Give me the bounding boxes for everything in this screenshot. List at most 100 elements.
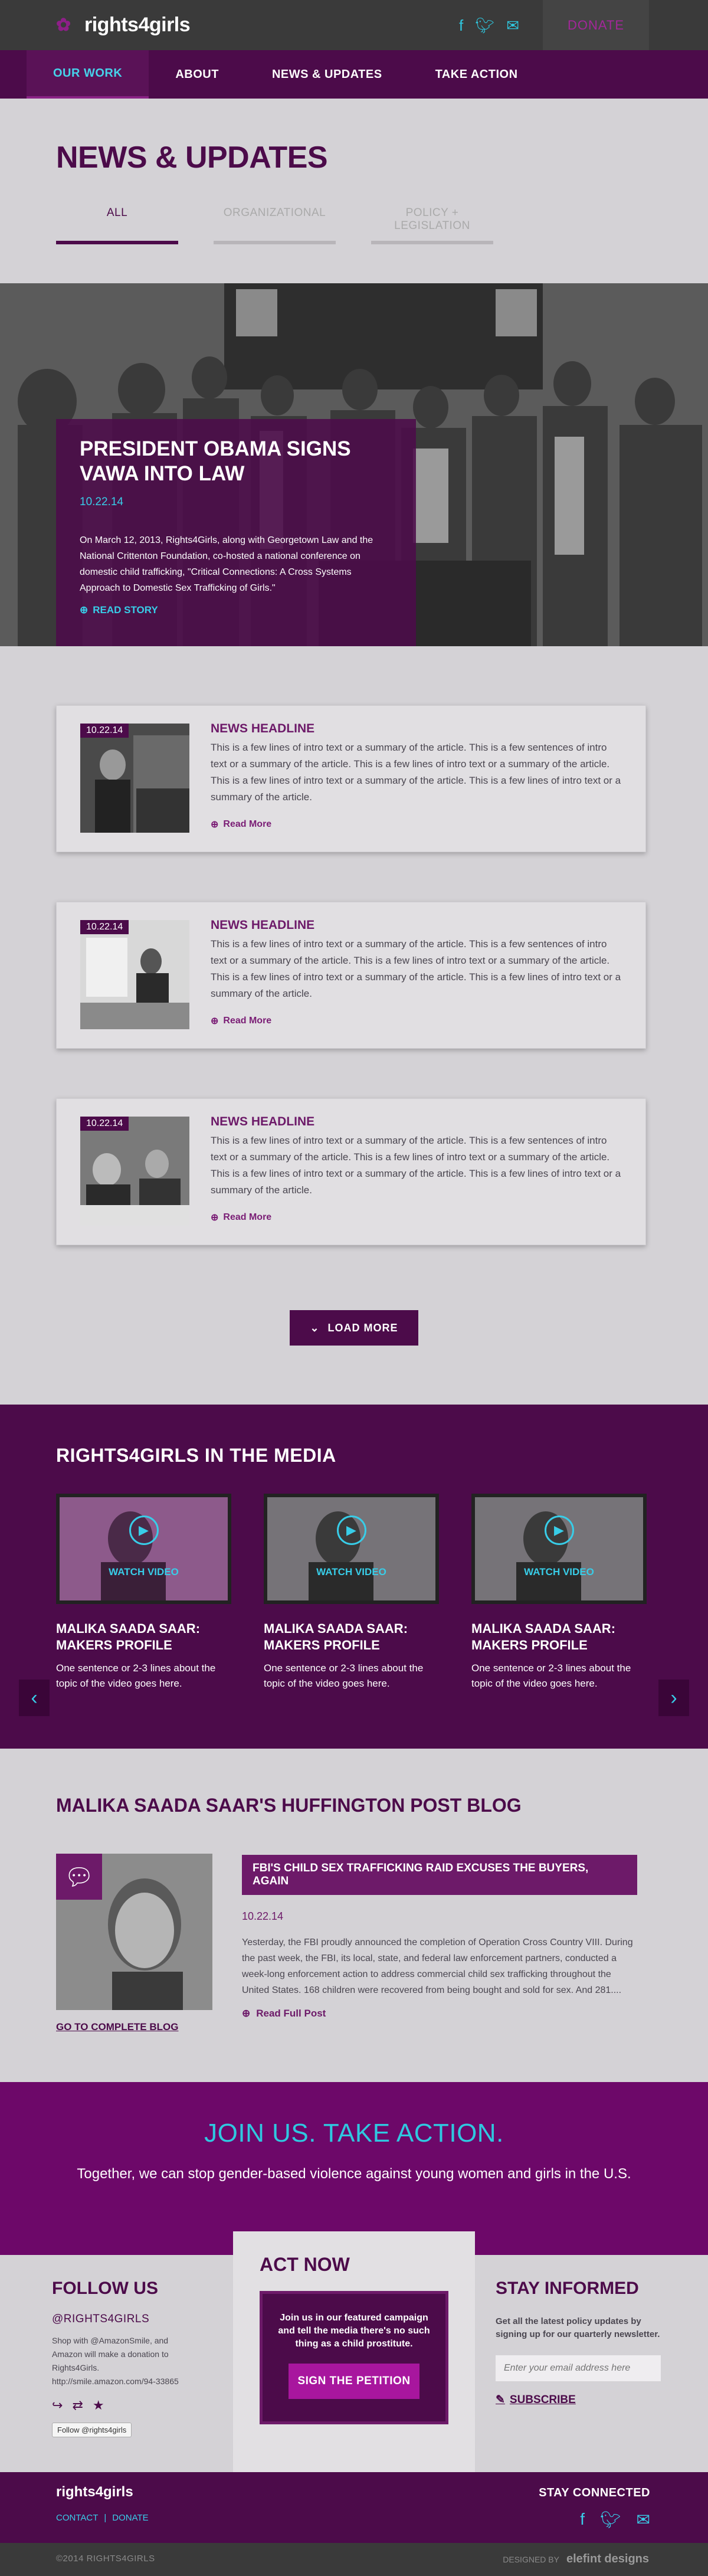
video-description: One sentence or 2-3 lines about the topi… (264, 1662, 424, 1689)
nav-news-updates[interactable]: NEWS & UPDATES (245, 50, 409, 99)
blog-summary: Yesterday, the FBI proudly announced the… (242, 1937, 633, 1995)
act-title: ACT NOW (260, 2254, 350, 2275)
video-title: MALIKA SAADA SAAR: MAKERS PROFILE (471, 1621, 616, 1652)
nav-about[interactable]: ABOUT (149, 50, 245, 99)
tab-organizational[interactable]: ORGANIZATIONAL (214, 207, 336, 244)
copyright-text: ©2014 RIGHTS4GIRLS (56, 2554, 155, 2564)
lower-section: FOLLOW US @RIGHTS4GIRLS Shop with @Amazo… (0, 2231, 708, 2472)
article-body: NEWS HEADLINE This is a few lines of int… (211, 1115, 624, 1245)
carousel-prev-button[interactable]: ‹ (19, 1680, 50, 1716)
article-summary: This is a few lines of intro text or a s… (211, 742, 621, 803)
reply-icon[interactable]: ↪ (52, 2398, 63, 2413)
email-field[interactable] (496, 2355, 661, 2381)
chat-bubble-icon: 💬︎ (56, 1854, 102, 1900)
article-summary: This is a few lines of intro text or a s… (211, 1135, 621, 1196)
media-title: RIGHTS4GIRLS IN THE MEDIA (56, 1445, 336, 1466)
article-thumbnail[interactable]: 10.22.14 (80, 920, 189, 1029)
hero-banner: PRESIDENT OBAMA SIGNS VAWA INTO LAW 10.2… (0, 283, 708, 646)
watch-video-label[interactable]: WATCH VIDEO (267, 1566, 435, 1578)
video-thumbnail[interactable]: ▶ WATCH VIDEO (56, 1494, 231, 1604)
retweet-icon[interactable]: ⇄ (72, 2398, 83, 2413)
search-plus-icon: ⊕ (80, 604, 88, 616)
video-card: ▶ WATCH VIDEO MALIKA SAADA SAAR: MAKERS … (264, 1494, 439, 1691)
complete-blog-link[interactable]: GO TO COMPLETE BLOG (56, 2021, 178, 2033)
read-more-link[interactable]: ⊕ Read More (211, 1015, 624, 1027)
read-more-link[interactable]: ⊕ Read More (211, 819, 624, 830)
act-now: ACT NOW Join us in our featured campaign… (233, 2231, 475, 2472)
read-more-label: Read More (223, 1016, 272, 1026)
article-photo (80, 724, 189, 833)
blog-post: FBI'S CHILD SEX TRAFFICKING RAID EXCUSES… (242, 1855, 637, 2019)
facebook-icon[interactable]: f (580, 2510, 585, 2529)
load-more-label: LOAD MORE (327, 1321, 398, 1334)
campaign-box: Join us in our featured campaign and tel… (260, 2291, 448, 2424)
donate-button[interactable]: DONATE (543, 0, 649, 50)
author-photo: 💬︎ (56, 1854, 212, 2010)
read-story-label: READ STORY (93, 604, 158, 616)
campaign-text: Join us in our featured campaign and tel… (278, 2313, 430, 2349)
twitter-follow-button[interactable]: Follow @rights4girls (52, 2423, 132, 2437)
watch-video-label[interactable]: WATCH VIDEO (475, 1566, 643, 1578)
article-card: 10.22.14 NEWS HEADLINE This is a few lin… (56, 902, 646, 1049)
article-date: 10.22.14 (80, 1117, 129, 1131)
contact-link[interactable]: CONTACT (56, 2513, 98, 2523)
video-thumbnail[interactable]: ▶ WATCH VIDEO (264, 1494, 439, 1604)
article-thumbnail[interactable]: 10.22.14 (80, 1117, 189, 1226)
hero-summary: On March 12, 2013, Rights4Girls, along w… (80, 535, 373, 593)
article-body: NEWS HEADLINE This is a few lines of int… (211, 918, 624, 1048)
play-icon[interactable]: ▶ (544, 1516, 574, 1545)
twitter-icon[interactable]: 🐦︎ (475, 17, 494, 34)
footer-donate-link[interactable]: DONATE (112, 2513, 148, 2523)
mail-icon[interactable]: ✉ (637, 2510, 650, 2529)
footer-links: CONTACT | DONATE (56, 2513, 149, 2523)
read-story-link[interactable]: ⊕ READ STORY (80, 604, 392, 616)
tweet-actions: ↪ ⇄ ★ (52, 2398, 194, 2413)
nav-take-action[interactable]: TAKE ACTION (409, 50, 545, 99)
top-header: ✿ rights4girls f 🐦︎ ✉ DONATE (0, 0, 708, 50)
load-more-button[interactable]: ⌄ LOAD MORE (290, 1310, 418, 1346)
article-card: 10.22.14 NEWS HEADLINE This is a few lin… (56, 705, 646, 852)
article-photo (80, 920, 189, 1029)
stay-connected-label: STAY CONNECTED (539, 2486, 650, 2499)
follow-title: FOLLOW US (52, 2279, 158, 2298)
read-full-post-link[interactable]: ⊕ Read Full Post (242, 2008, 637, 2019)
read-more-link[interactable]: ⊕ Read More (211, 1212, 624, 1223)
play-icon[interactable]: ▶ (129, 1516, 159, 1545)
subscribe-link[interactable]: ✎ SUBSCRIBE (496, 2393, 667, 2407)
footer-logo[interactable]: rights4girls (56, 2484, 133, 2500)
news-header: NEWS & UPDATES ALL ORGANIZATIONAL POLICY… (0, 99, 708, 283)
link-divider: | (104, 2513, 107, 2523)
article-headline[interactable]: NEWS HEADLINE (211, 722, 624, 736)
mail-icon[interactable]: ✉ (506, 17, 519, 34)
blog-headline[interactable]: FBI'S CHILD SEX TRAFFICKING RAID EXCUSES… (242, 1855, 637, 1895)
video-thumbnail[interactable]: ▶ WATCH VIDEO (471, 1494, 647, 1604)
facebook-icon[interactable]: f (459, 17, 463, 34)
tab-policy-legislation[interactable]: POLICY + LEGISLATION (371, 207, 493, 244)
twitter-icon[interactable]: 🐦︎ (600, 2510, 621, 2529)
favorite-icon[interactable]: ★ (93, 2398, 104, 2413)
designer-logo[interactable]: elefint designs (566, 2552, 649, 2566)
follow-us: FOLLOW US @RIGHTS4GIRLS Shop with @Amazo… (52, 2279, 194, 2437)
hero-headline[interactable]: PRESIDENT OBAMA SIGNS VAWA INTO LAW (80, 437, 392, 486)
video-photo (267, 1497, 435, 1600)
search-plus-icon: ⊕ (211, 1213, 219, 1223)
read-more-label: Read More (223, 1212, 272, 1222)
load-more-area: ⌄ LOAD MORE (0, 1295, 708, 1405)
play-icon[interactable]: ▶ (336, 1516, 366, 1545)
article-list: 10.22.14 NEWS HEADLINE This is a few lin… (0, 646, 708, 1245)
article-headline[interactable]: NEWS HEADLINE (211, 1115, 624, 1129)
copyright-bar: ©2014 RIGHTS4GIRLS DESIGNED BY elefint d… (0, 2543, 708, 2576)
carousel-next-button[interactable]: › (658, 1680, 689, 1716)
article-headline[interactable]: NEWS HEADLINE (211, 918, 624, 932)
watch-video-label[interactable]: WATCH VIDEO (60, 1566, 228, 1578)
article-thumbnail[interactable]: 10.22.14 (80, 724, 189, 833)
stay-title: STAY INFORMED (496, 2279, 639, 2298)
video-card: ▶ WATCH VIDEO MALIKA SAADA SAAR: MAKERS … (56, 1494, 231, 1691)
page-title: NEWS & UPDATES (56, 140, 328, 175)
sign-petition-button[interactable]: SIGN THE PETITION (289, 2364, 419, 2399)
site-logo[interactable]: ✿ rights4girls (56, 14, 191, 37)
video-photo (475, 1497, 643, 1600)
tab-all[interactable]: ALL (56, 207, 178, 244)
nav-our-work[interactable]: OUR WORK (27, 50, 149, 99)
twitter-handle[interactable]: @RIGHTS4GIRLS (52, 2313, 194, 2326)
